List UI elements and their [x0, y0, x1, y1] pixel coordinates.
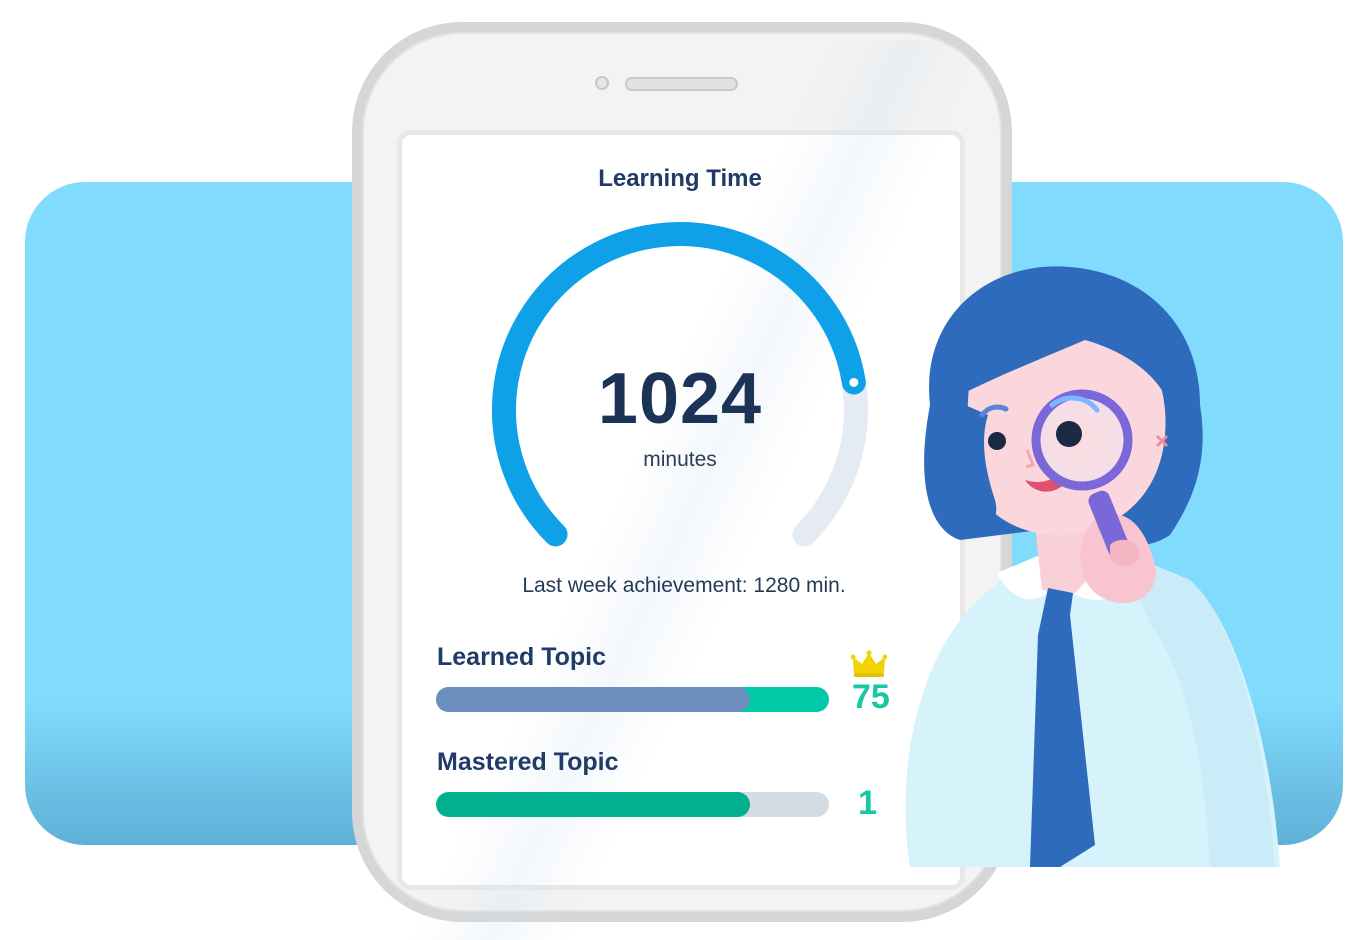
learning-time-value: 1024 [597, 359, 763, 439]
magnifier-lens [1031, 389, 1133, 491]
phone-speaker [625, 77, 738, 91]
eye-left [988, 432, 1006, 450]
learned-topic-label: Learned Topic [437, 643, 607, 671]
learned-topic-bar-fill [436, 687, 751, 712]
girl-illustration [905, 266, 1280, 867]
last-week-achievement: Last week achievement: 1280 min. [522, 574, 846, 597]
mastered-topic-bar-fill [436, 792, 751, 817]
learned-topic-bar [436, 687, 829, 712]
learning-time-unit: minutes [643, 448, 717, 471]
gauge-knob [846, 374, 862, 390]
learning-time-title: Learning Time [598, 165, 762, 192]
eye-right [1056, 421, 1082, 447]
mastered-topic-label: Mastered Topic [437, 748, 619, 776]
mastered-topic-bar [436, 792, 829, 817]
phone-camera [595, 76, 609, 90]
